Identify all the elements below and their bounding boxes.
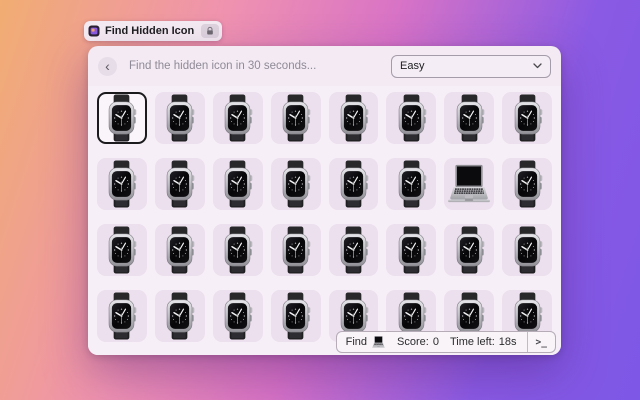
- watch-icon: [103, 292, 140, 340]
- watch-icon: [103, 226, 140, 274]
- icon-grid: [88, 86, 561, 355]
- watch-icon: [509, 226, 546, 274]
- grid-cell-watch[interactable]: [329, 158, 379, 210]
- grid-cell-watch[interactable]: [213, 158, 263, 210]
- watch-icon: [393, 160, 430, 208]
- watch-icon: [219, 94, 256, 142]
- score-label: Score:: [397, 336, 429, 348]
- watch-icon: [219, 226, 256, 274]
- grid-cell-watch[interactable]: [386, 92, 436, 144]
- desktop-background: Find Hidden Icon ‹ Find the hidden icon …: [0, 0, 640, 400]
- watch-icon: [277, 226, 314, 274]
- grid-cell-watch[interactable]: [329, 92, 379, 144]
- app-icon: [88, 25, 100, 37]
- watch-icon: [451, 226, 488, 274]
- laptop-icon: [445, 164, 493, 204]
- watch-icon: [393, 226, 430, 274]
- score-value: 0: [433, 336, 439, 348]
- grid-cell-watch[interactable]: [271, 224, 321, 276]
- terminal-prompt-icon[interactable]: >_: [527, 332, 555, 352]
- grid-cell-watch[interactable]: [444, 92, 494, 144]
- watch-icon: [335, 226, 372, 274]
- grid-cell-watch[interactable]: [386, 224, 436, 276]
- grid-cell-watch[interactable]: [271, 92, 321, 144]
- prompt-text: Find the hidden icon in 30 seconds...: [129, 60, 391, 72]
- grid-cell-watch[interactable]: [271, 290, 321, 342]
- grid-cell-watch[interactable]: [97, 158, 147, 210]
- difficulty-value: Easy: [400, 60, 533, 72]
- chevron-down-icon: [533, 63, 542, 69]
- back-button[interactable]: ‹: [98, 57, 117, 76]
- difficulty-select[interactable]: Easy: [391, 55, 551, 78]
- grid-cell-watch[interactable]: [155, 224, 205, 276]
- grid-cell-watch[interactable]: [444, 224, 494, 276]
- game-window: ‹ Find the hidden icon in 30 seconds... …: [88, 46, 561, 355]
- watch-icon: [103, 94, 140, 142]
- watch-icon: [161, 94, 198, 142]
- grid-cell-watch[interactable]: [97, 92, 147, 144]
- lock-chip: [201, 24, 219, 38]
- grid-cell-watch[interactable]: [502, 92, 552, 144]
- watch-icon: [451, 94, 488, 142]
- watch-icon: [103, 160, 140, 208]
- find-label: Find: [346, 336, 367, 348]
- watch-icon: [509, 160, 546, 208]
- watch-icon: [277, 160, 314, 208]
- watch-icon: [161, 160, 198, 208]
- lock-icon: [205, 26, 215, 36]
- grid-cell-watch[interactable]: [329, 224, 379, 276]
- chevron-left-icon: ‹: [105, 58, 110, 75]
- watch-icon: [161, 292, 198, 340]
- grid-cell-watch[interactable]: [97, 290, 147, 342]
- watch-icon: [219, 160, 256, 208]
- watch-icon: [393, 94, 430, 142]
- grid-cell-watch[interactable]: [502, 224, 552, 276]
- watch-icon: [277, 94, 314, 142]
- watch-icon: [219, 292, 256, 340]
- watch-icon: [161, 226, 198, 274]
- status-bar: Find Score: 0 Time left: 18s >_: [336, 331, 556, 353]
- grid-cell-watch[interactable]: [386, 158, 436, 210]
- grid-cell-watch[interactable]: [213, 224, 263, 276]
- target-laptop-icon: [371, 336, 386, 348]
- grid-cell-watch[interactable]: [155, 92, 205, 144]
- badge-title: Find Hidden Icon: [105, 25, 196, 37]
- grid-cell-watch[interactable]: [271, 158, 321, 210]
- grid-cell-laptop[interactable]: [444, 158, 494, 210]
- grid-cell-watch[interactable]: [213, 92, 263, 144]
- time-label: Time left:: [450, 336, 495, 348]
- grid-cell-watch[interactable]: [502, 158, 552, 210]
- watch-icon: [335, 94, 372, 142]
- watch-icon: [277, 292, 314, 340]
- watch-icon: [509, 94, 546, 142]
- time-value: 18s: [499, 336, 517, 348]
- watch-icon: [335, 160, 372, 208]
- grid-cell-watch[interactable]: [155, 290, 205, 342]
- window-header: ‹ Find the hidden icon in 30 seconds... …: [88, 46, 561, 86]
- window-title-badge[interactable]: Find Hidden Icon: [84, 21, 222, 41]
- grid-cell-watch[interactable]: [155, 158, 205, 210]
- grid-cell-watch[interactable]: [97, 224, 147, 276]
- grid-cell-watch[interactable]: [213, 290, 263, 342]
